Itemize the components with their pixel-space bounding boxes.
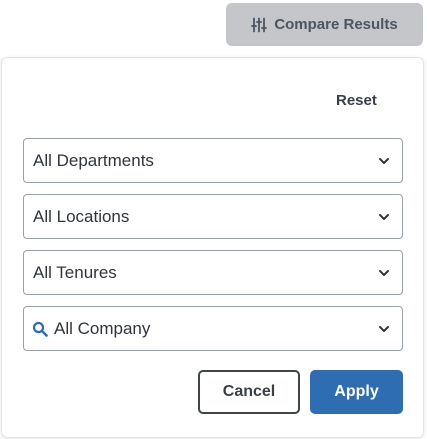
tenure-select-value: All Tenures [33, 262, 117, 282]
cancel-button[interactable]: Cancel [198, 370, 300, 414]
reset-link[interactable]: Reset [336, 92, 377, 109]
department-select[interactable]: All Departments [23, 138, 403, 183]
filter-panel: Reset All Departments All Locations All … [1, 57, 424, 438]
sliders-icon [251, 17, 268, 33]
location-select[interactable]: All Locations [23, 194, 403, 239]
chevron-down-icon [378, 323, 390, 335]
compare-results-label: Compare Results [274, 16, 398, 33]
apply-button[interactable]: Apply [310, 370, 403, 414]
department-select-value: All Departments [33, 150, 154, 170]
location-select-value: All Locations [33, 206, 130, 226]
tenure-select[interactable]: All Tenures [23, 250, 403, 295]
compare-results-button[interactable]: Compare Results [226, 3, 423, 46]
chevron-down-icon [378, 211, 390, 223]
company-select-value: All Company [54, 318, 151, 338]
company-select[interactable]: All Company [23, 306, 403, 351]
chevron-down-icon [378, 267, 390, 279]
chevron-down-icon [378, 155, 390, 167]
search-icon [32, 321, 48, 337]
